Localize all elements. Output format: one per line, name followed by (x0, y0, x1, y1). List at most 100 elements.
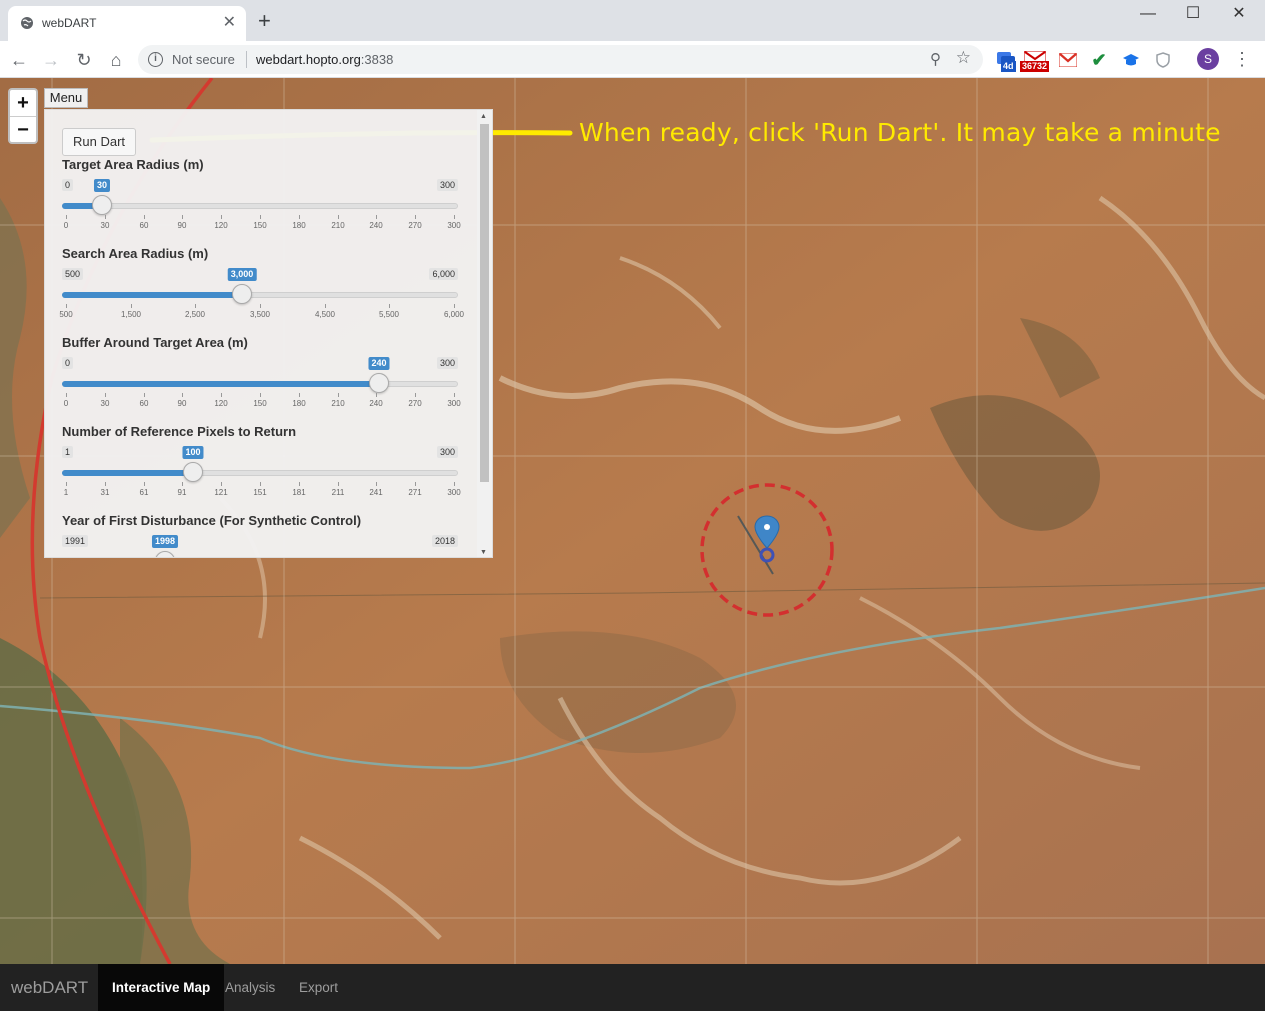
slider-min-label: 1 (62, 446, 74, 458)
new-tab-button[interactable]: + (258, 10, 271, 32)
slider-tick-label: 90 (177, 399, 187, 408)
app-navbar: webDART Interactive Map Analysis Export (0, 964, 1265, 1011)
shield-icon[interactable] (1153, 49, 1173, 71)
slider-label: Year of First Disturbance (For Synthetic… (62, 513, 362, 528)
slider-tick-label: 31 (100, 488, 110, 497)
minimize-button[interactable]: — (1125, 4, 1171, 24)
zoom-control: + − (8, 88, 38, 144)
profile-avatar[interactable]: S (1197, 48, 1219, 70)
gmail-icon[interactable] (1058, 49, 1078, 71)
bookmark-star-icon[interactable]: ☆ (956, 48, 971, 68)
scrollbar-thumb[interactable] (480, 124, 489, 482)
panel-scrollbar[interactable]: ▲ ▼ (477, 110, 492, 557)
slider-tick (105, 482, 106, 486)
slider-handle[interactable] (155, 551, 175, 557)
slider-tick (376, 215, 377, 219)
run-dart-button[interactable]: Run Dart (62, 128, 136, 156)
graduation-cap-icon[interactable] (1121, 49, 1141, 71)
mail-checker-extension-icon[interactable]: 36732 (1020, 49, 1050, 72)
zoom-in-button[interactable]: + (10, 90, 36, 116)
browser-tabstrip: webDART ✕ + — ☐ ✕ (0, 0, 1265, 41)
slider-tick-label: 5,500 (378, 310, 400, 319)
tab-export[interactable]: Export (285, 964, 352, 1011)
scroll-up-icon[interactable]: ▲ (480, 113, 487, 120)
slider-min-label: 0 (62, 357, 74, 369)
slider-tick-label: 151 (253, 488, 267, 497)
slider-tick (376, 393, 377, 397)
address-bar[interactable]: i Not secure webdart.hopto.org:3838 ⚲ ☆ (138, 45, 983, 74)
slider-tick (221, 393, 222, 397)
browser-tab[interactable]: webDART ✕ (8, 6, 246, 41)
slider-tick-label: 270 (408, 221, 422, 230)
location-pin-icon[interactable] (752, 514, 782, 564)
slider-tick (144, 215, 145, 219)
slider-handle[interactable] (183, 462, 203, 482)
slider-handle[interactable] (369, 373, 389, 393)
slider-tick (66, 482, 67, 486)
slider-max-label: 300 (436, 446, 458, 458)
reload-icon[interactable]: ↻ (73, 49, 95, 71)
slider-tick-label: 121 (214, 488, 228, 497)
slider[interactable]: Buffer Around Target Area (m) 0 300 240 0 30 6… (62, 335, 461, 415)
slider-tick (376, 482, 377, 486)
slider-tick-label: 180 (292, 399, 306, 408)
slider-handle[interactable] (232, 284, 252, 304)
url-text[interactable]: webdart.hopto.org:3838 (256, 52, 393, 67)
zoom-out-button[interactable]: − (10, 116, 36, 142)
security-label[interactable]: Not secure (172, 52, 235, 67)
zoom-icon[interactable]: ⚲ (930, 50, 941, 68)
slider-tick (221, 215, 222, 219)
calendar-extension-icon[interactable]: 4d (995, 49, 1017, 72)
extension-badge: 4d (1001, 61, 1016, 72)
slider-max-label: 2018 (431, 535, 458, 547)
slider-fill (62, 292, 242, 298)
slider-tick (338, 482, 339, 486)
slider-tick (260, 304, 261, 308)
slider-tick (260, 215, 261, 219)
close-window-button[interactable]: ✕ (1216, 4, 1262, 24)
slider-tick-label: 4,500 (314, 310, 336, 319)
tab-analysis[interactable]: Analysis (211, 964, 289, 1011)
slider-tick-label: 3,500 (249, 310, 271, 319)
slider[interactable]: Number of Reference Pixels to Return 1 300… (62, 424, 461, 504)
slider-tick-label: 210 (331, 399, 345, 408)
slider-value-label: 3,000 (227, 268, 257, 281)
slider-tick (195, 304, 196, 308)
slider[interactable]: Target Area Radius (m) 0 300 30 0 30 60 90 120 15… (62, 157, 461, 237)
slider-tick-label: 0 (63, 399, 69, 408)
slider-tick-label: 240 (369, 221, 383, 230)
home-icon[interactable]: ⌂ (105, 49, 127, 71)
slider-tick (338, 393, 339, 397)
slider-tick-label: 270 (408, 399, 422, 408)
slider-value-label: 240 (368, 357, 390, 370)
settings-panel: Run Dart Target Area Radius (m) 0 300 30 0 30… (44, 109, 493, 558)
slider-tick-label: 150 (253, 399, 267, 408)
slider-ticks: 0 30 60 90 120 150 180 210 240 270 300 (62, 393, 461, 409)
slider-tick-label: 120 (214, 221, 228, 230)
checkmark-icon[interactable]: ✔ (1089, 49, 1109, 71)
tab-interactive-map[interactable]: Interactive Map (98, 964, 225, 1011)
slider-label: Number of Reference Pixels to Return (62, 424, 297, 439)
slider[interactable]: Search Area Radius (m) 500 6,000 3,000 500 1,… (59, 246, 464, 326)
forward-arrow-icon[interactable]: → (40, 49, 62, 71)
slider-value-label: 100 (182, 446, 204, 459)
menu-button[interactable]: Menu (44, 88, 88, 108)
back-arrow-icon[interactable]: ← (8, 49, 30, 71)
tab-close-icon[interactable]: ✕ (223, 13, 236, 33)
app-brand[interactable]: webDART (11, 978, 88, 998)
slider-handle[interactable] (92, 195, 112, 215)
info-icon[interactable]: i (148, 52, 163, 67)
slider-tick (454, 304, 455, 308)
slider-tick-label: 210 (331, 221, 345, 230)
extension-badge: 36732 (1020, 61, 1050, 72)
slider-tick-label: 30 (100, 399, 110, 408)
slider-tick (299, 393, 300, 397)
slider-track[interactable] (62, 203, 458, 209)
map-view[interactable]: + − Menu Run Dart Target Area Radius (m)… (0, 78, 1265, 964)
slider-tick-label: 6,000 (443, 310, 465, 319)
more-menu-icon[interactable]: ⋮ (1233, 48, 1251, 70)
slider[interactable]: Year of First Disturbance (For Synthetic… (62, 513, 458, 557)
slider-tick (66, 215, 67, 219)
maximize-button[interactable]: ☐ (1170, 4, 1216, 24)
scroll-down-icon[interactable]: ▼ (480, 549, 487, 556)
